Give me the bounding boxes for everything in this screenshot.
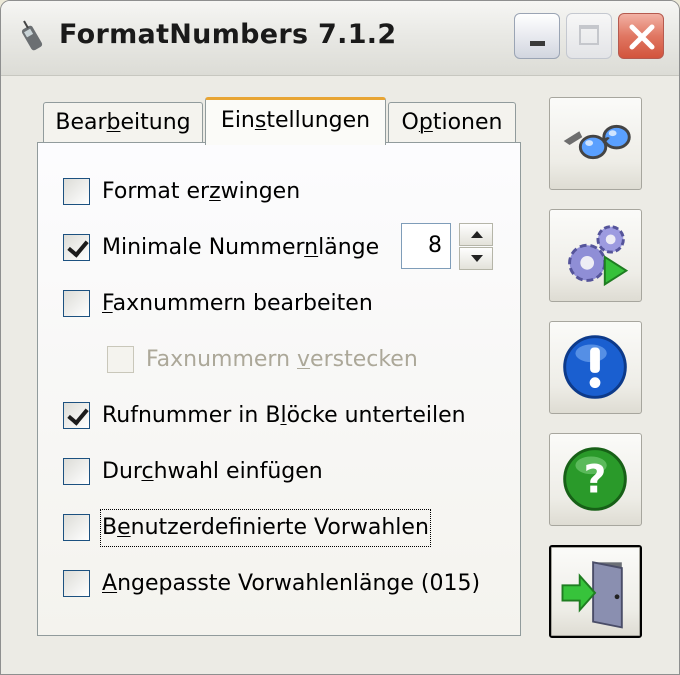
help-button[interactable]: ? [549,433,642,526]
tab-label: tionen [432,110,503,135]
tab-label: O [401,110,419,135]
label-accesskey: n [304,235,319,260]
label-text: ngepasste Vorwahlenlänge (015) [117,571,481,596]
label-text: öcke unterteilen [286,403,466,428]
checkbox[interactable] [63,514,90,541]
label-accesskey: e [117,515,131,540]
label-text: hwahl einfügen [153,459,323,484]
label-text: länge [318,235,380,260]
settings-panel [37,142,521,636]
option-label: Faxnummern verstecken [146,343,418,377]
tab-label: eitung [120,110,191,135]
label-accesskey: v [297,347,311,372]
option-label[interactable]: Rufnummer in Blöcke unterteilen [102,399,466,433]
tab-label: Ein [220,108,255,133]
tab-label: Bear [55,110,107,135]
glasses-button[interactable] [549,97,642,190]
run-settings-button[interactable] [549,209,642,302]
help-question-icon: ? [563,447,627,511]
checkbox[interactable] [63,178,90,205]
option-label[interactable]: Angepasste Vorwahlenlänge (015) [102,567,480,601]
minimize-button[interactable] [514,13,560,59]
tab-label: tellungen [266,108,371,133]
label-text: axnummern bearbeiten [112,291,373,316]
label-accesskey: A [102,571,118,596]
window-title: FormatNumbers 7.1.2 [59,19,397,50]
option-label[interactable]: Faxnummern bearbeiten [102,287,373,321]
info-exclamation-icon [563,335,627,399]
label-text: Rufnummer in B [102,403,281,428]
svg-text:?: ? [584,458,607,503]
info-button[interactable] [549,321,642,414]
arrow-down-icon [471,255,483,262]
option-label[interactable]: Minimale Nummernlänge [102,231,379,265]
label-accesskey: F [102,291,113,316]
option-label[interactable]: Benutzerdefinierte Vorwahlen [100,509,431,547]
maximize-icon [579,25,599,45]
option-label[interactable]: Format erzwingen [102,175,300,209]
app-window: FormatNumbers 7.1.2 Bearbeitung Einstell… [0,0,680,675]
phone-app-icon [21,20,43,51]
checkbox[interactable] [63,458,90,485]
arrow-up-icon [471,231,483,238]
glasses-icon [563,124,631,160]
min-length-input[interactable]: 8 [401,223,451,269]
tab-accesskey: s [254,108,267,133]
title-bar[interactable]: FormatNumbers 7.1.2 [1,1,679,76]
checkbox [107,346,134,373]
label-text: wingen [220,179,301,204]
tab-accesskey: p [418,110,433,135]
exit-door-icon [561,561,623,629]
checkbox[interactable] [63,570,90,597]
exit-button[interactable] [549,545,642,638]
gears-play-icon [568,225,629,287]
label-text: Format er [102,179,210,204]
checkbox[interactable] [63,402,90,429]
label-accesskey: z [209,179,221,204]
label-text: B [102,515,118,540]
tab-einstellungen[interactable]: Einstellungen [205,97,386,145]
label-text: erstecken [310,347,418,372]
label-text: Minimale Nummer [102,235,305,260]
checkbox[interactable] [63,290,90,317]
close-icon [629,24,655,50]
label-text: Dur [102,459,142,484]
close-button[interactable] [618,13,664,59]
tab-bearbeitung[interactable]: Bearbeitung [43,102,203,142]
minimize-icon [530,41,545,46]
tab-accesskey: b [106,110,121,135]
checkbox[interactable] [63,234,90,261]
option-label[interactable]: Durchwahl einfügen [102,455,323,489]
label-text: nutzerdefinierte Vorwahlen [130,515,429,540]
tab-optionen[interactable]: Optionen [388,102,516,142]
spin-up-button[interactable] [459,223,493,246]
label-accesskey: c [141,459,154,484]
maximize-button [566,13,612,59]
label-text: Faxnummern [146,347,298,372]
spin-down-button[interactable] [459,247,493,270]
